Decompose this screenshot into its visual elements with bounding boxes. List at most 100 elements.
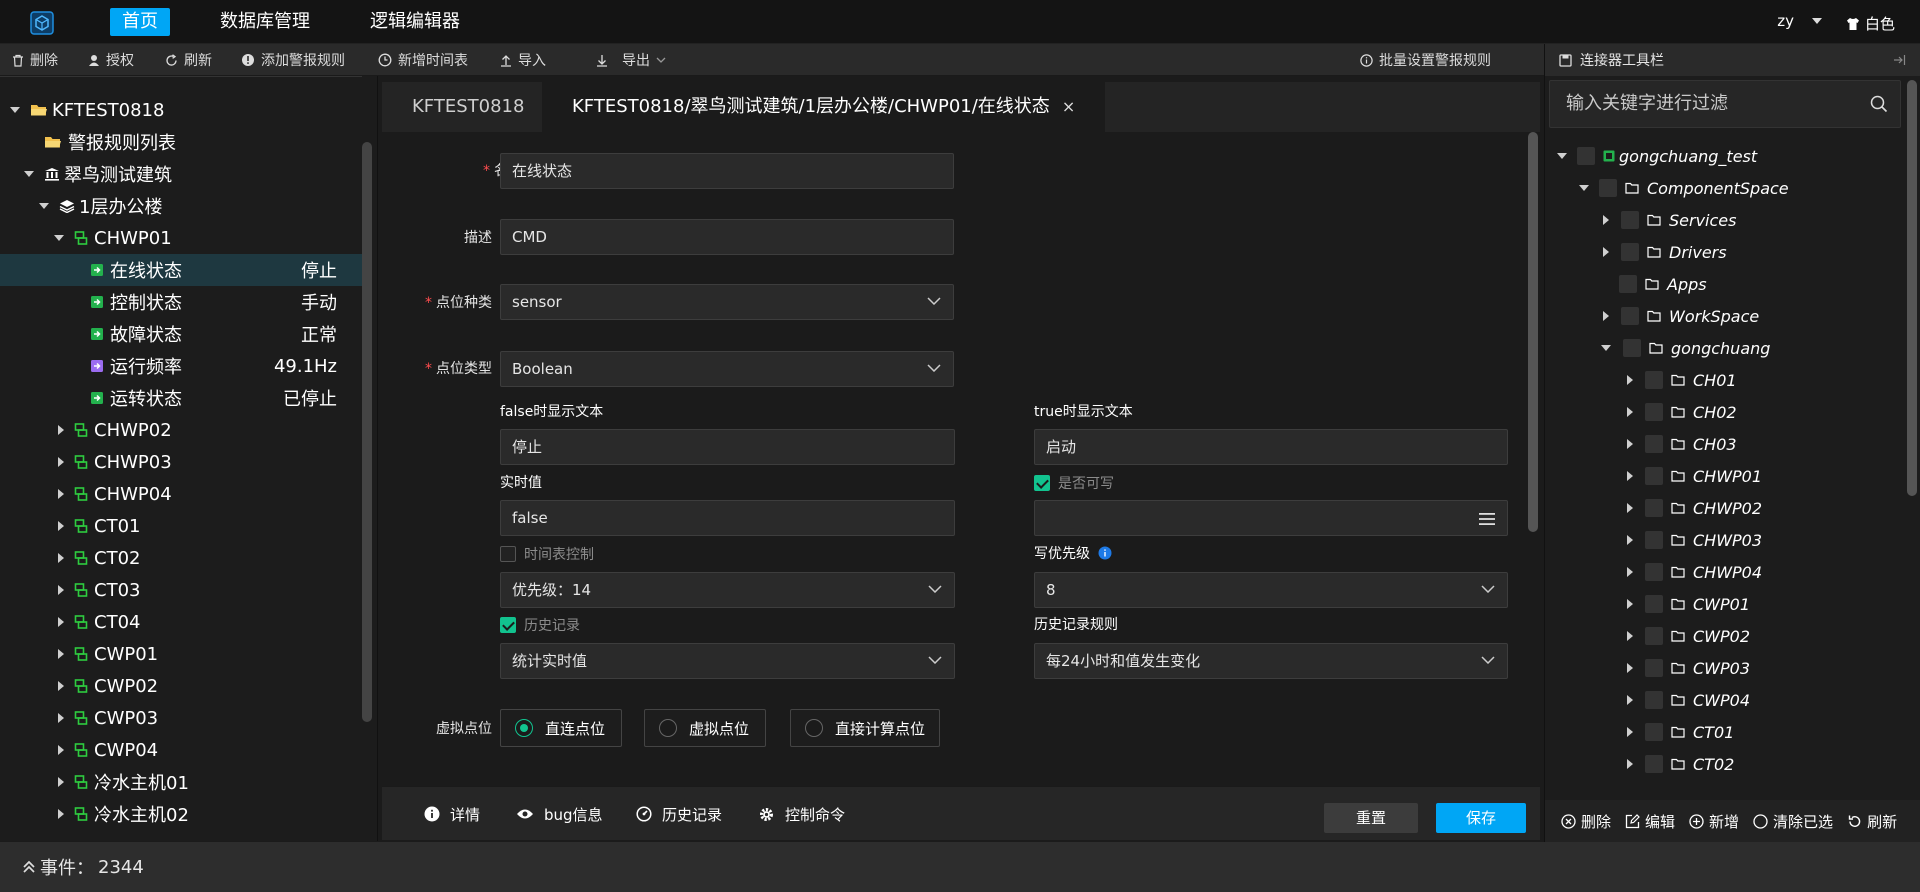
expand-arrow-icon[interactable] [1627,727,1633,737]
name-input[interactable]: 在线状态 [500,153,954,189]
radio-calculated-point[interactable]: 直接计算点位 [790,709,940,747]
tree-node-alarm-list[interactable]: 警报规则列表 [0,126,340,158]
expand-arrow-icon[interactable] [58,457,64,467]
info-icon[interactable] [1098,546,1112,560]
tree-node-device[interactable]: CT02 [0,542,340,574]
expand-arrow-icon[interactable] [1627,567,1633,577]
realtime-value-input[interactable]: false [500,500,955,536]
checkbox-unchecked-icon[interactable] [1645,691,1663,709]
expand-arrow-icon[interactable] [1627,759,1633,769]
history-mode-select[interactable]: 统计实时值 [500,643,955,679]
checkbox-unchecked-icon[interactable] [1599,179,1617,197]
detail-button[interactable]: 详情 [424,787,480,841]
connector-node-gongchuang[interactable]: gongchuang [1601,332,1770,364]
expand-arrow-icon[interactable] [10,107,20,113]
connector-scrollbar[interactable] [1907,80,1917,496]
expand-arrow-icon[interactable] [58,745,64,755]
checkbox-unchecked-icon[interactable] [1621,211,1639,229]
checkbox-unchecked-icon[interactable] [1645,755,1663,773]
tree-node-device[interactable]: CWP02 [0,670,340,702]
checkbox-unchecked-icon[interactable] [1645,563,1663,581]
expand-arrow-icon[interactable] [58,553,64,563]
radio-selected-icon[interactable] [515,719,533,737]
tree-point-fault-status[interactable]: 故障状态 正常 [0,318,340,350]
expand-arrow-icon[interactable] [58,777,64,787]
radio-virtual-point[interactable]: 虚拟点位 [644,709,766,747]
nav-home[interactable]: 首页 [110,8,170,36]
expand-arrow-icon[interactable] [1627,407,1633,417]
write-value-input[interactable] [1034,500,1508,536]
expand-arrow-icon[interactable] [58,521,64,531]
connector-node-drivers[interactable]: Drivers [1603,236,1727,268]
checkbox-unchecked-icon[interactable] [500,546,516,562]
tree-scrollbar[interactable] [362,142,372,722]
connector-node-item[interactable]: CHWP04 [1627,556,1762,588]
double-chevron-up-icon[interactable] [22,860,36,874]
expand-arrow-icon[interactable] [1579,185,1589,191]
history-rule-select[interactable]: 每24小时和值发生变化 [1034,643,1508,679]
bug-info-button[interactable]: bug信息 [516,787,603,841]
checkbox-unchecked-icon[interactable] [1645,595,1663,613]
close-icon[interactable]: × [1062,82,1075,132]
tree-point-online-status[interactable]: 在线状态 停止 [0,254,362,286]
export-button[interactable]: 导出 [596,44,666,76]
tab-point-online-status[interactable]: KFTEST0818/翠鸟测试建筑/1层办公楼/CHWP01/在线状态 × [542,82,1106,132]
connector-node-item[interactable]: CWP01 [1627,588,1750,620]
checkbox-unchecked-icon[interactable] [1645,435,1663,453]
import-button[interactable]: 导入 [500,44,546,76]
write-priority-select[interactable]: 8 [1034,572,1508,608]
expand-arrow-icon[interactable] [58,617,64,627]
tree-node-device[interactable]: 冷水主机01 [0,766,340,798]
checkbox-unchecked-icon[interactable] [1645,403,1663,421]
expand-arrow-icon[interactable] [58,425,64,435]
checkbox-unchecked-icon[interactable] [1621,243,1639,261]
add-alarm-rule-button[interactable]: 添加警报规则 [241,44,345,76]
tree-node-device[interactable]: CHWP02 [0,414,340,446]
expand-arrow-icon[interactable] [1601,345,1611,351]
tree-node-building[interactable]: 翠鸟测试建筑 [0,158,340,190]
tree-node-device[interactable]: CT03 [0,574,340,606]
expand-arrow-icon[interactable] [54,235,64,241]
delete-button[interactable]: 删除 [12,44,58,76]
expand-arrow-icon[interactable] [1603,247,1609,257]
history-checkbox[interactable]: 历史记录 [500,615,580,635]
connector-node-services[interactable]: Services [1603,204,1736,236]
checkbox-unchecked-icon[interactable] [1645,659,1663,677]
filter-input[interactable]: 输入关键字进行过滤 [1549,80,1901,128]
control-command-button[interactable]: 控制命令 [758,787,845,841]
collapse-panel-icon[interactable] [1892,53,1906,67]
grant-button[interactable]: 授权 [88,44,134,76]
expand-arrow-icon[interactable] [58,681,64,691]
tree-node-device[interactable]: CT04 [0,606,340,638]
expand-arrow-icon[interactable] [1603,215,1609,225]
connector-node-workspace[interactable]: WorkSpace [1603,300,1759,332]
expand-arrow-icon[interactable] [58,489,64,499]
theme-switch[interactable]: 白色 [1846,13,1895,34]
checkbox-unchecked-icon[interactable] [1577,147,1595,165]
checkbox-unchecked-icon[interactable] [1623,339,1641,357]
connector-node-item[interactable]: CH03 [1627,428,1737,460]
checkbox-unchecked-icon[interactable] [1645,531,1663,549]
save-button[interactable]: 保存 [1436,803,1526,833]
tree-node-floor[interactable]: 1层办公楼 [0,190,340,222]
menu-icon[interactable] [1479,512,1495,526]
expand-arrow-icon[interactable] [58,713,64,723]
checkbox-unchecked-icon[interactable] [1645,499,1663,517]
expand-arrow-icon[interactable] [1627,375,1633,385]
expand-arrow-icon[interactable] [58,809,64,819]
connector-node-item[interactable]: CWP02 [1627,620,1750,652]
checkbox-unchecked-icon[interactable] [1645,627,1663,645]
tree-point-running-status[interactable]: 运转状态 已停止 [0,382,340,414]
connector-node-item[interactable]: CHWP02 [1627,492,1762,524]
connector-node-apps[interactable]: Apps [1619,268,1707,300]
connector-node-component-space[interactable]: ComponentSpace [1579,172,1789,204]
nav-database[interactable]: 数据库管理 [208,8,322,36]
point-type-select[interactable]: Boolean [500,351,954,387]
false-text-input[interactable]: 停止 [500,429,955,465]
tree-point-control-status[interactable]: 控制状态 手动 [0,286,340,318]
radio-unselected-icon[interactable] [659,719,677,737]
tree-node-device[interactable]: CWP04 [0,734,340,766]
expand-arrow-icon[interactable] [1627,695,1633,705]
expand-arrow-icon[interactable] [1557,153,1567,159]
expand-arrow-icon[interactable] [1627,599,1633,609]
